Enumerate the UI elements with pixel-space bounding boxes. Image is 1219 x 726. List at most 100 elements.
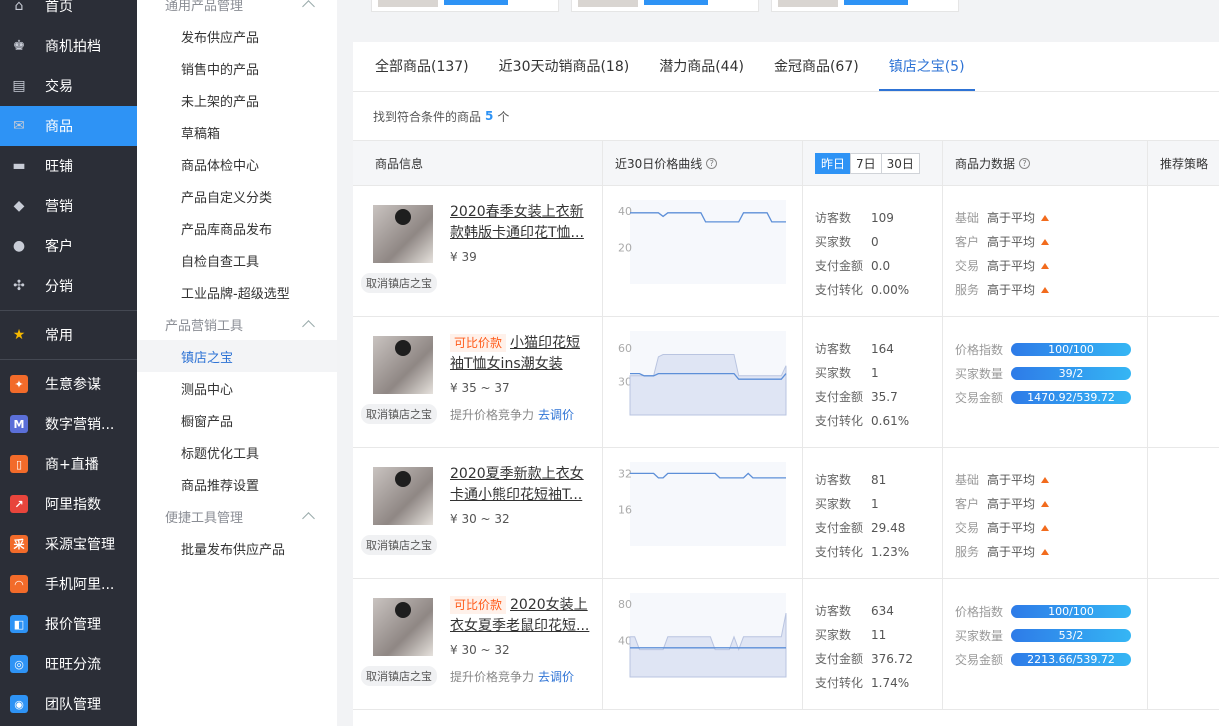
chevron-up-icon[interactable]	[302, 512, 315, 525]
nav-item[interactable]: ◆ 营销	[0, 186, 137, 226]
submenu-item[interactable]: 产品自定义分类	[137, 180, 337, 212]
stat-row: 支付金额 29.48	[815, 516, 909, 540]
product-title-text: 2020夏季新款上衣女卡通小熊印花短袖T...	[450, 466, 584, 503]
nav-item[interactable]: ◧ 报价管理	[0, 604, 137, 644]
nav-item[interactable]: ▯ 商+直播	[0, 444, 137, 484]
power-bar-label: 价格指数	[955, 604, 1004, 619]
submenu-item[interactable]: 产品库商品发布	[137, 212, 337, 244]
adjust-price-link[interactable]: 去调价	[538, 408, 574, 422]
nav-item-label: 生意参谋	[45, 377, 101, 393]
nav-item[interactable]: ⌂ 首页	[0, 0, 137, 26]
stat-row: 支付转化 0.61%	[815, 409, 909, 433]
chevron-up-icon[interactable]	[302, 0, 315, 13]
stat-row: 买家数 0	[815, 230, 909, 254]
product-thumbnail[interactable]	[373, 205, 433, 263]
y-tick-label: 32	[618, 467, 632, 480]
submenu-item[interactable]: 销售中的产品	[137, 52, 337, 84]
stat-value: 29.48	[871, 521, 906, 535]
product-tab[interactable]: 近30天动销商品(18)	[489, 56, 640, 91]
submenu-item[interactable]: 草稿箱	[137, 116, 337, 148]
y-tick-label: 20	[618, 241, 632, 254]
power-bar-row: 价格指数 100/100	[955, 599, 1131, 623]
help-icon[interactable]: ?	[1019, 157, 1031, 169]
submenu-item[interactable]: 未上架的产品	[137, 84, 337, 116]
rating-row: 交易 高于平均	[955, 516, 1050, 540]
content-area: 全部商品(137) 近30天动销商品(18) 潜力商品(44) 金冠商品(67) 镇店之…	[353, 0, 1219, 726]
table-row: 取消镇店之宝 可比价款 2020女装上衣女夏季老鼠印花短... ¥ 30 ~ 32 提升…	[353, 579, 1219, 710]
product-thumbnail[interactable]	[373, 598, 433, 656]
cancel-treasure-button[interactable]: 取消镇店之宝	[361, 273, 437, 293]
submenu-group-label: 通用产品管理	[165, 0, 244, 14]
product-thumbnail[interactable]	[373, 336, 433, 394]
nav-item[interactable]: ✦ 生意参谋	[0, 364, 137, 404]
stat-value: 164	[871, 342, 894, 356]
stat-label: 支付金额	[815, 521, 864, 535]
product-title-link[interactable]: 可比价款 2020女装上衣女夏季老鼠印花短...	[450, 595, 590, 637]
nav-item[interactable]: 采 采源宝管理	[0, 524, 137, 564]
range-option[interactable]: 7日	[850, 152, 882, 174]
submenu-group[interactable]: 产品营销工具	[137, 308, 337, 340]
rating-label: 客户	[955, 497, 980, 511]
power-bars: 价格指数 100/100 买家数量 53/2 交易金额 2213.66/539.72	[955, 599, 1131, 671]
nav-item[interactable]: ◠ 手机阿里...	[0, 564, 137, 604]
nav-item[interactable]: ● 客户	[0, 226, 137, 266]
submenu-item[interactable]: 商品推荐设置	[137, 468, 337, 500]
stat-label: 买家数	[815, 497, 852, 511]
submenu-item[interactable]: 发布供应产品	[137, 20, 337, 52]
nav-item[interactable]: ◉ 团队管理	[0, 684, 137, 724]
cancel-treasure-button[interactable]: 取消镇店之宝	[361, 535, 437, 555]
home-icon: ⌂	[14, 0, 24, 14]
product-title-link[interactable]: 2020夏季新款上衣女卡通小熊印花短袖T...	[450, 464, 590, 506]
submenu-group[interactable]: 通用产品管理	[137, 0, 337, 20]
cancel-treasure-button[interactable]: 取消镇店之宝	[361, 404, 437, 424]
header-range: 昨日 7日 30日	[803, 141, 943, 185]
nav-item[interactable]: M 数字营销...	[0, 404, 137, 444]
stat-label: 支付金额	[815, 652, 864, 666]
submenu-item[interactable]: 橱窗产品	[137, 404, 337, 436]
product-thumbnail[interactable]	[373, 467, 433, 525]
top-card[interactable]	[771, 0, 959, 12]
chevron-up-icon[interactable]	[302, 320, 315, 333]
product-title-link[interactable]: 可比价款小猫印花短袖T恤女ins潮女装20...	[450, 333, 590, 375]
nav-item-label: 营销	[45, 199, 73, 215]
nav-item[interactable]: ↗ 阿里指数	[0, 484, 137, 524]
rating-row: 基础 高于平均	[955, 206, 1050, 230]
rating-row: 客户 高于平均	[955, 230, 1050, 254]
table-row: 取消镇店之宝 2020夏季新款上衣女卡通小熊印花短袖T... ¥ 30 ~ 32 32…	[353, 448, 1219, 579]
submenu-item[interactable]: 自检自查工具	[137, 244, 337, 276]
submenu-item[interactable]: 工业品牌-超级选型	[137, 276, 337, 308]
submenu-item[interactable]: 批量发布供应产品	[137, 532, 337, 564]
stats-list: 访客数 634 买家数 11 支付金额 376.72 支付转化 1.74%	[815, 599, 913, 695]
nav-item[interactable]: ✣ 分销	[0, 266, 137, 306]
product-tab[interactable]: 潜力商品(44)	[649, 56, 754, 91]
nav-item[interactable]: ▬ 旺铺	[0, 146, 137, 186]
nav-item[interactable]: ▤ 交易	[0, 66, 137, 106]
range-option[interactable]: 昨日	[815, 152, 852, 174]
help-icon[interactable]: ?	[706, 157, 718, 169]
rating-value: 高于平均	[987, 259, 1036, 273]
cancel-treasure-button[interactable]: 取消镇店之宝	[361, 666, 437, 686]
submenu-group[interactable]: 便捷工具管理	[137, 500, 337, 532]
rating-row: 服务 高于平均	[955, 278, 1050, 302]
submenu-item[interactable]: 商品体检中心	[137, 148, 337, 180]
stat-label: 支付转化	[815, 676, 864, 690]
submenu-item[interactable]: 镇店之宝	[137, 340, 337, 372]
range-option[interactable]: 30日	[880, 152, 920, 174]
product-tab[interactable]: 镇店之宝(5)	[878, 56, 975, 91]
nav-item[interactable]: ★ 常用	[0, 315, 137, 355]
top-card[interactable]	[371, 0, 559, 12]
product-tab[interactable]: 金冠商品(67)	[764, 56, 869, 91]
nav-item[interactable]: ♚ 商机拍档	[0, 26, 137, 66]
stat-value: 11	[871, 628, 887, 642]
submenu-item[interactable]: 测品中心	[137, 372, 337, 404]
stat-row: 访客数 81	[815, 468, 909, 492]
adjust-price-link[interactable]: 去调价	[538, 670, 574, 684]
top-card[interactable]	[571, 0, 759, 12]
nav-item[interactable]: ◎ 旺旺分流	[0, 644, 137, 684]
power-bar: 39/2	[1011, 366, 1131, 380]
stat-value: 1	[871, 366, 879, 380]
product-tab[interactable]: 全部商品(137)	[365, 56, 479, 91]
product-title-link[interactable]: 2020春季女装上衣新款韩版卡通印花T恤...	[450, 202, 590, 244]
nav-item[interactable]: ✉ 商品	[0, 106, 137, 146]
submenu-item[interactable]: 标题优化工具	[137, 436, 337, 468]
